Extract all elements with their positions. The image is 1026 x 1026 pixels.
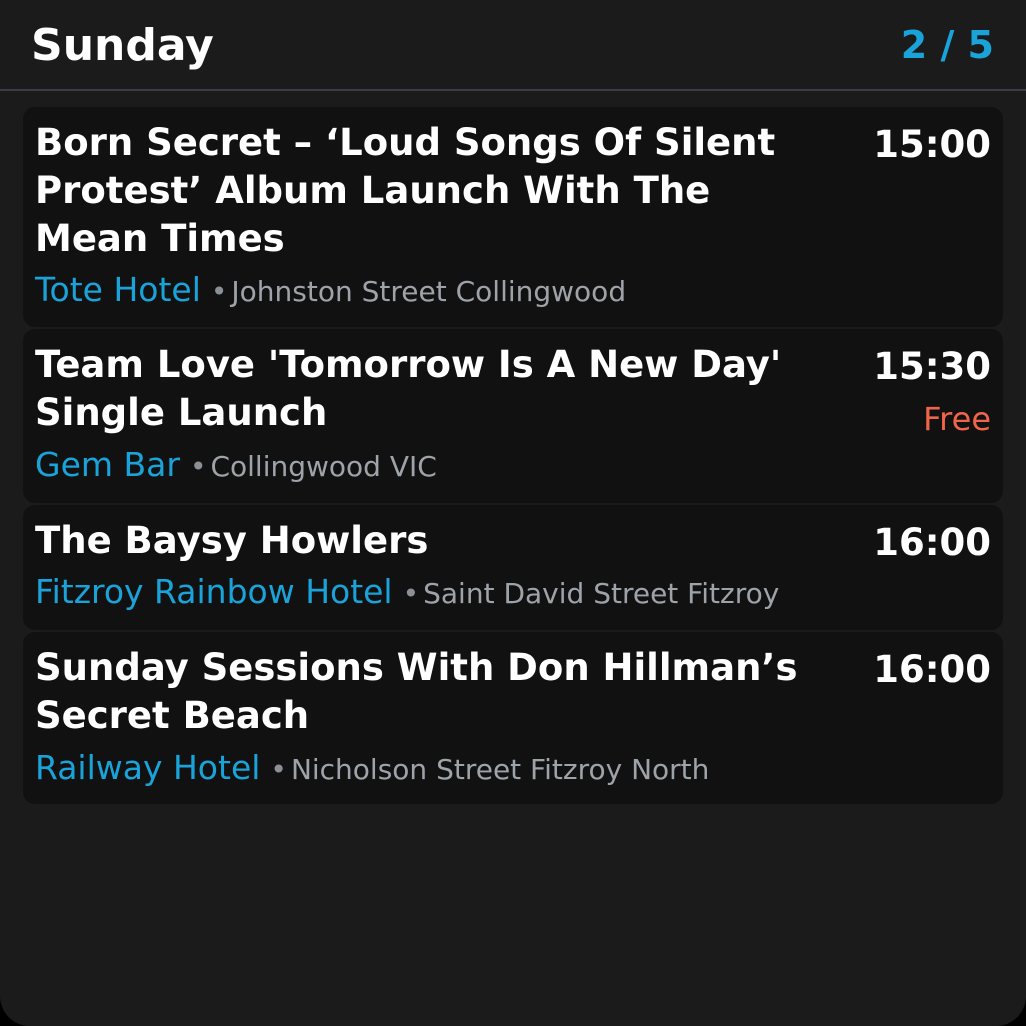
venue-name[interactable]: Railway Hotel [35,748,260,787]
day-header: Sunday 2 / 5 [0,0,1026,91]
event-venue-line: Fitzroy Rainbow Hotel • Saint David Street… [35,572,779,618]
event-venue-line: Railway Hotel • Nicholson Street Fitzroy N… [35,748,709,794]
event-time: 15:30 [873,345,991,388]
event-title: Born Secret – ‘Loud Songs Of Silent Prot… [35,121,776,260]
venue-address: Collingwood VIC [210,450,437,483]
event-card[interactable]: Team Love 'Tomorrow Is A New Day' Single… [23,329,1003,503]
event-time: 16:00 [873,648,991,691]
event-card[interactable]: The Baysy Howlers 16:00 Fitzroy Rainbow … [23,505,1003,630]
event-card[interactable]: Sunday Sessions With Don Hillman’s Secre… [23,632,1003,804]
venue-address: Nicholson Street Fitzroy North [290,753,710,786]
separator-bullet: • [402,577,420,610]
event-title: The Baysy Howlers [35,519,429,562]
venue-address: Saint David Street Fitzroy [423,577,780,610]
event-list-screen: Sunday 2 / 5 Born Secret – ‘Loud Songs O… [0,0,1026,1026]
separator-bullet: • [270,753,287,786]
separator-bullet: • [210,275,228,308]
event-title: Team Love 'Tomorrow Is A New Day' Single… [35,343,782,434]
venue-name[interactable]: Gem Bar [35,445,180,484]
event-venue-line: Tote Hotel • Johnston Street Collingwood [35,270,626,316]
venue-name[interactable]: Fitzroy Rainbow Hotel [35,572,393,611]
page-indicator: 2 / 5 [900,23,994,67]
venue-address: Johnston Street Collingwood [231,275,627,308]
venue-name[interactable]: Tote Hotel [35,270,201,309]
event-venue-line: Gem Bar • Collingwood VIC [35,445,437,491]
event-price: Free [923,400,991,438]
event-time: 15:00 [873,123,991,166]
day-title: Sunday [31,20,214,71]
event-card[interactable]: Born Secret – ‘Loud Songs Of Silent Prot… [23,107,1003,327]
separator-bullet: • [189,450,207,483]
event-title: Sunday Sessions With Don Hillman’s Secre… [35,646,798,737]
event-time: 16:00 [873,521,991,564]
